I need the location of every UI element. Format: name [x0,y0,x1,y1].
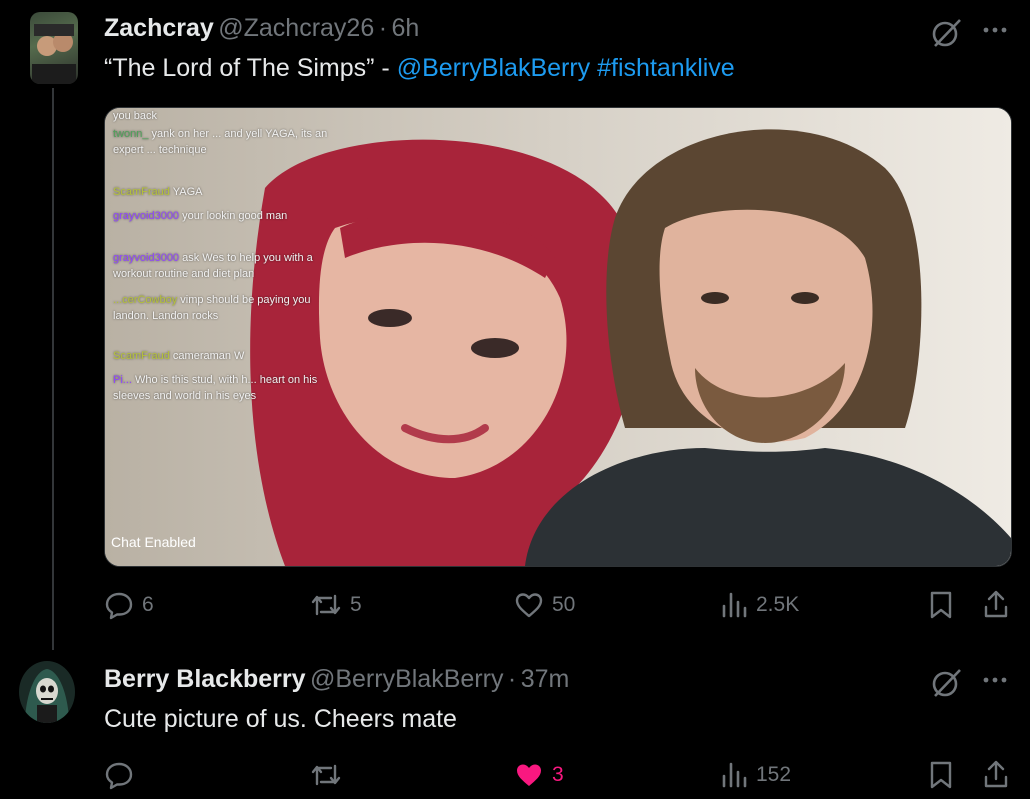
timestamp[interactable]: 6h [391,14,419,42]
bookmark-icon [930,591,952,619]
like-button[interactable]: 3 [514,760,564,790]
views-icon [722,592,747,618]
reply-icon [105,762,133,790]
chat-username: ScamFraud [113,350,170,362]
reply-button[interactable]: 6 [104,590,154,620]
like-icon [515,593,543,618]
chat-username: twonn_ [113,128,149,140]
bookmark-button[interactable] [928,760,954,790]
avatar-image [25,669,69,723]
photo [105,108,1011,566]
bookmark-button[interactable] [928,590,954,620]
share-icon [984,760,1008,788]
avatar[interactable] [19,661,75,723]
grok-icon[interactable] [930,16,964,55]
chat-line: grayvoid3000 your lookin good man [113,208,333,224]
reply-icon [105,592,133,620]
hashtag-link[interactable]: #fishtanklive [597,54,735,82]
share-button[interactable] [982,589,1010,619]
chat-line: Pi... Who is this stud, with h... heart … [113,372,333,404]
like-count: 50 [552,593,576,616]
chat-line: you back [113,108,333,124]
share-icon [984,590,1008,618]
chat-line: twonn_ yank on her ... and yell YAGA, it… [113,126,333,158]
views-count: 152 [756,763,792,786]
grok-icon[interactable] [930,666,964,705]
display-name[interactable]: Berry Blackberry [104,665,306,693]
repost-button[interactable]: 5 [310,590,362,620]
share-button[interactable] [982,759,1010,789]
mention-link[interactable]: @BerryBlakBerry [397,54,590,82]
reply-count: 6 [142,593,154,616]
chat-message: Who is this stud, with h... heart on his… [113,374,318,402]
bookmark-icon [930,761,952,789]
views-button[interactable]: 2.5K [720,590,799,620]
timestamp[interactable]: 37m [521,665,570,693]
chat-message: YAGA [172,186,203,198]
like-count: 3 [552,763,564,786]
chat-username: grayvoid3000 [113,210,180,222]
reply-button[interactable] [104,760,142,790]
tweet-text-body: “The Lord of The Simps” - [104,54,397,82]
views-button[interactable]: 152 [720,760,791,790]
chat-username: ...cerCowboy [113,294,178,306]
repost-icon [311,594,341,616]
chat-username: Pi... [113,374,132,386]
repost-button[interactable] [310,760,350,790]
tweet-header: Berry Blackberry @BerryBlakBerry · 37m [104,665,569,694]
chat-line: grayvoid3000 ask Wes to help you with a … [113,250,333,282]
like-button[interactable]: 50 [514,590,575,620]
chat-line: ScamFraud cameraman W [113,348,333,364]
display-name[interactable]: Zachcray [104,14,214,42]
views-icon [722,762,747,788]
repost-icon [311,764,341,786]
chat-message: your lookin good man [182,210,288,222]
handle[interactable]: @BerryBlakBerry [310,665,503,693]
chat-username: grayvoid3000 [113,252,180,264]
avatar[interactable] [30,12,78,84]
avatar-image [32,24,76,84]
chat-username: ScamFraud [113,186,170,198]
more-icon[interactable] [982,670,1008,695]
separator: · [378,14,388,42]
repost-count: 5 [350,593,362,616]
chat-line: ScamFraud YAGA [113,184,333,200]
tweet-text: Cute picture of us. Cheers mate [104,705,457,733]
views-count: 2.5K [756,593,800,616]
handle[interactable]: @Zachcray26 [218,14,374,42]
thread-line [52,88,54,650]
like-icon [517,764,541,786]
chat-line: ...cerCowboy vimp should be paying you l… [113,292,333,324]
chat-enabled-label: Chat Enabled [111,534,196,550]
tweet-header: Zachcray @Zachcray26 · 6h [104,14,419,43]
chat-message: you back [113,110,158,122]
more-icon[interactable] [982,20,1008,45]
separator: · [507,665,517,693]
chat-message: cameraman W [172,350,245,362]
tweet-media[interactable]: you back twonn_ yank on her ... and yell… [104,107,1012,567]
tweet-text: “The Lord of The Simps” - @BerryBlakBerr… [104,54,735,83]
